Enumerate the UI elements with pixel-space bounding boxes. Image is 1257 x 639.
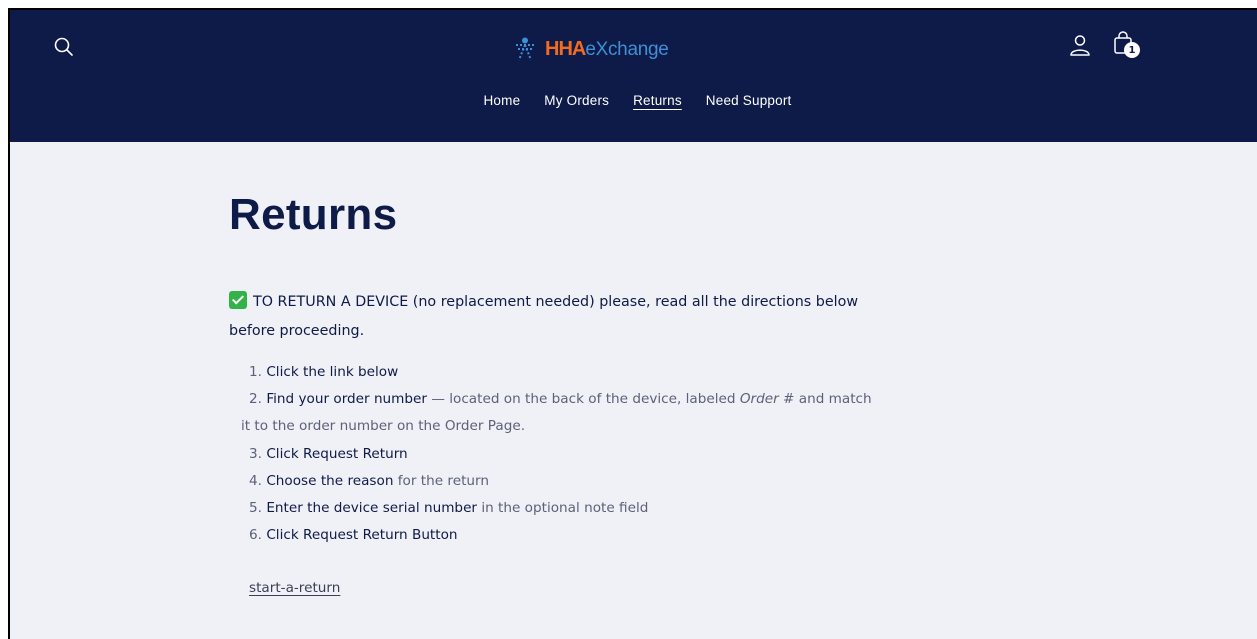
account-icon: [1070, 35, 1090, 56]
step-number: 6.: [249, 527, 262, 544]
step-text: and match: [794, 391, 872, 408]
list-item: 1. Click the link below: [249, 359, 969, 386]
step-number: 2.: [249, 391, 262, 408]
step-number: 5.: [249, 500, 262, 517]
intro-paragraph: TO RETURN A DEVICE (no replacement neede…: [229, 288, 969, 346]
nav-returns[interactable]: Returns: [633, 93, 682, 108]
cart-button[interactable]: 1: [1111, 30, 1145, 62]
start-a-return-link[interactable]: start-a-return: [249, 580, 340, 596]
step-strong-text: Click Request Return: [266, 445, 408, 462]
list-item: 3. Click Request Return: [249, 441, 969, 468]
logo-figure-icon: [516, 37, 534, 61]
page-frame: HHAeXchange 1 Home My Orders Returns Nee…: [8, 8, 1257, 639]
step-text: — located on the back of the device, lab…: [427, 391, 740, 408]
step-italic-text: Order #: [739, 391, 795, 408]
step-number: 1.: [249, 364, 262, 380]
logo-brand-text: HHA: [545, 37, 586, 60]
intro-line-1: TO RETURN A DEVICE (no replacement neede…: [253, 294, 859, 310]
step-text: in the optional note field: [477, 500, 649, 517]
steps-list: 1. Click the link below 2. Find your ord…: [241, 359, 969, 549]
logo-suffix-text: eXchange: [585, 38, 669, 60]
page-title: Returns: [229, 190, 398, 239]
step-number: 4.: [249, 472, 262, 489]
step-strong-text: Find your order number: [266, 391, 427, 408]
step-strong-text: Click the link below: [266, 364, 399, 380]
search-icon: [54, 37, 73, 56]
intro-line-2: before proceeding.: [229, 323, 365, 339]
list-item: 4. Choose the reason for the return: [249, 468, 969, 495]
step-strong-text: Choose the reason: [266, 472, 394, 489]
check-mark-icon: [229, 291, 247, 309]
cart-count-badge: 1: [1124, 42, 1140, 58]
search-button[interactable]: [52, 35, 76, 59]
main-nav: Home My Orders Returns Need Support: [10, 93, 1257, 108]
step-strong-text: Enter the device serial number: [266, 500, 478, 517]
site-header: HHAeXchange 1 Home My Orders Returns Nee…: [10, 10, 1257, 142]
nav-my-orders[interactable]: My Orders: [544, 93, 609, 108]
step-text: it to the order number on the Order Page…: [241, 418, 526, 435]
nav-need-support[interactable]: Need Support: [706, 93, 792, 108]
step-text: for the return: [393, 472, 489, 489]
list-item-continuation: it to the order number on the Order Page…: [241, 413, 969, 440]
list-item: 6. Click Request Return Button: [249, 522, 969, 549]
list-item: 2. Find your order number — located on t…: [249, 386, 969, 413]
brand-logo[interactable]: HHAeXchange: [512, 36, 669, 62]
nav-home[interactable]: Home: [483, 93, 520, 108]
step-number: 3.: [249, 445, 262, 462]
account-button[interactable]: [1068, 33, 1092, 59]
step-strong-text: Click Request Return Button: [266, 527, 458, 544]
list-item: 5. Enter the device serial number in the…: [249, 495, 969, 522]
